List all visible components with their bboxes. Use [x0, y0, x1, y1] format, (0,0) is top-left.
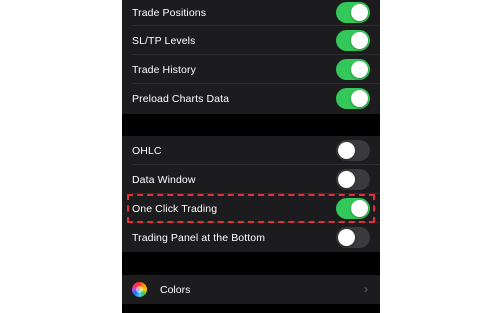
- setting-row-ohlc[interactable]: OHLC: [122, 136, 380, 165]
- data-window-toggle[interactable]: [336, 169, 370, 190]
- toggle-knob: [351, 61, 368, 78]
- settings-screen: Trade Positions SL/TP Levels Trade Histo…: [122, 0, 380, 313]
- bottom-area: [122, 304, 380, 313]
- setting-row-data-window[interactable]: Data Window: [122, 165, 380, 194]
- setting-label: One Click Trading: [132, 202, 218, 215]
- toggle-knob: [351, 90, 368, 107]
- setting-label: Trade History: [132, 63, 196, 76]
- trading-panel-bottom-toggle[interactable]: [336, 227, 370, 248]
- setting-label: OHLC: [132, 144, 162, 157]
- preload-charts-toggle[interactable]: [336, 88, 370, 109]
- setting-row-trade-positions[interactable]: Trade Positions: [122, 0, 380, 26]
- setting-label: Data Window: [132, 173, 196, 186]
- sltp-levels-toggle[interactable]: [336, 30, 370, 51]
- toggle-knob: [351, 32, 368, 49]
- setting-row-trade-history[interactable]: Trade History: [122, 55, 380, 84]
- settings-group-colors: Colors ›: [122, 275, 380, 304]
- setting-label: SL/TP Levels: [132, 34, 196, 47]
- toggle-knob: [338, 142, 355, 159]
- setting-label: Trading Panel at the Bottom: [132, 231, 266, 244]
- chevron-right-icon: ›: [364, 282, 368, 296]
- settings-group-chart: OHLC Data Window One Click Trading Tradi…: [122, 136, 380, 252]
- toggle-knob: [338, 171, 355, 188]
- toggle-knob: [338, 229, 355, 246]
- section-gap: [122, 114, 380, 136]
- toggle-knob: [351, 200, 368, 217]
- setting-row-colors[interactable]: Colors ›: [122, 275, 380, 304]
- setting-label: Preload Charts Data: [132, 92, 230, 105]
- setting-row-sltp-levels[interactable]: SL/TP Levels: [122, 26, 380, 55]
- trade-history-toggle[interactable]: [336, 59, 370, 80]
- setting-label: Trade Positions: [132, 7, 207, 19]
- settings-group-trade: Trade Positions SL/TP Levels Trade Histo…: [122, 0, 380, 114]
- ohlc-toggle[interactable]: [336, 140, 370, 161]
- trade-positions-toggle[interactable]: [336, 2, 370, 23]
- toggle-knob: [351, 4, 368, 21]
- color-wheel-icon: [132, 282, 147, 297]
- setting-row-trading-panel-bottom[interactable]: Trading Panel at the Bottom: [122, 223, 380, 252]
- section-gap: [122, 252, 380, 275]
- setting-row-one-click-trading[interactable]: One Click Trading: [122, 194, 380, 223]
- setting-label: Colors: [160, 283, 191, 296]
- setting-row-preload-charts[interactable]: Preload Charts Data: [122, 84, 380, 113]
- one-click-trading-toggle[interactable]: [336, 198, 370, 219]
